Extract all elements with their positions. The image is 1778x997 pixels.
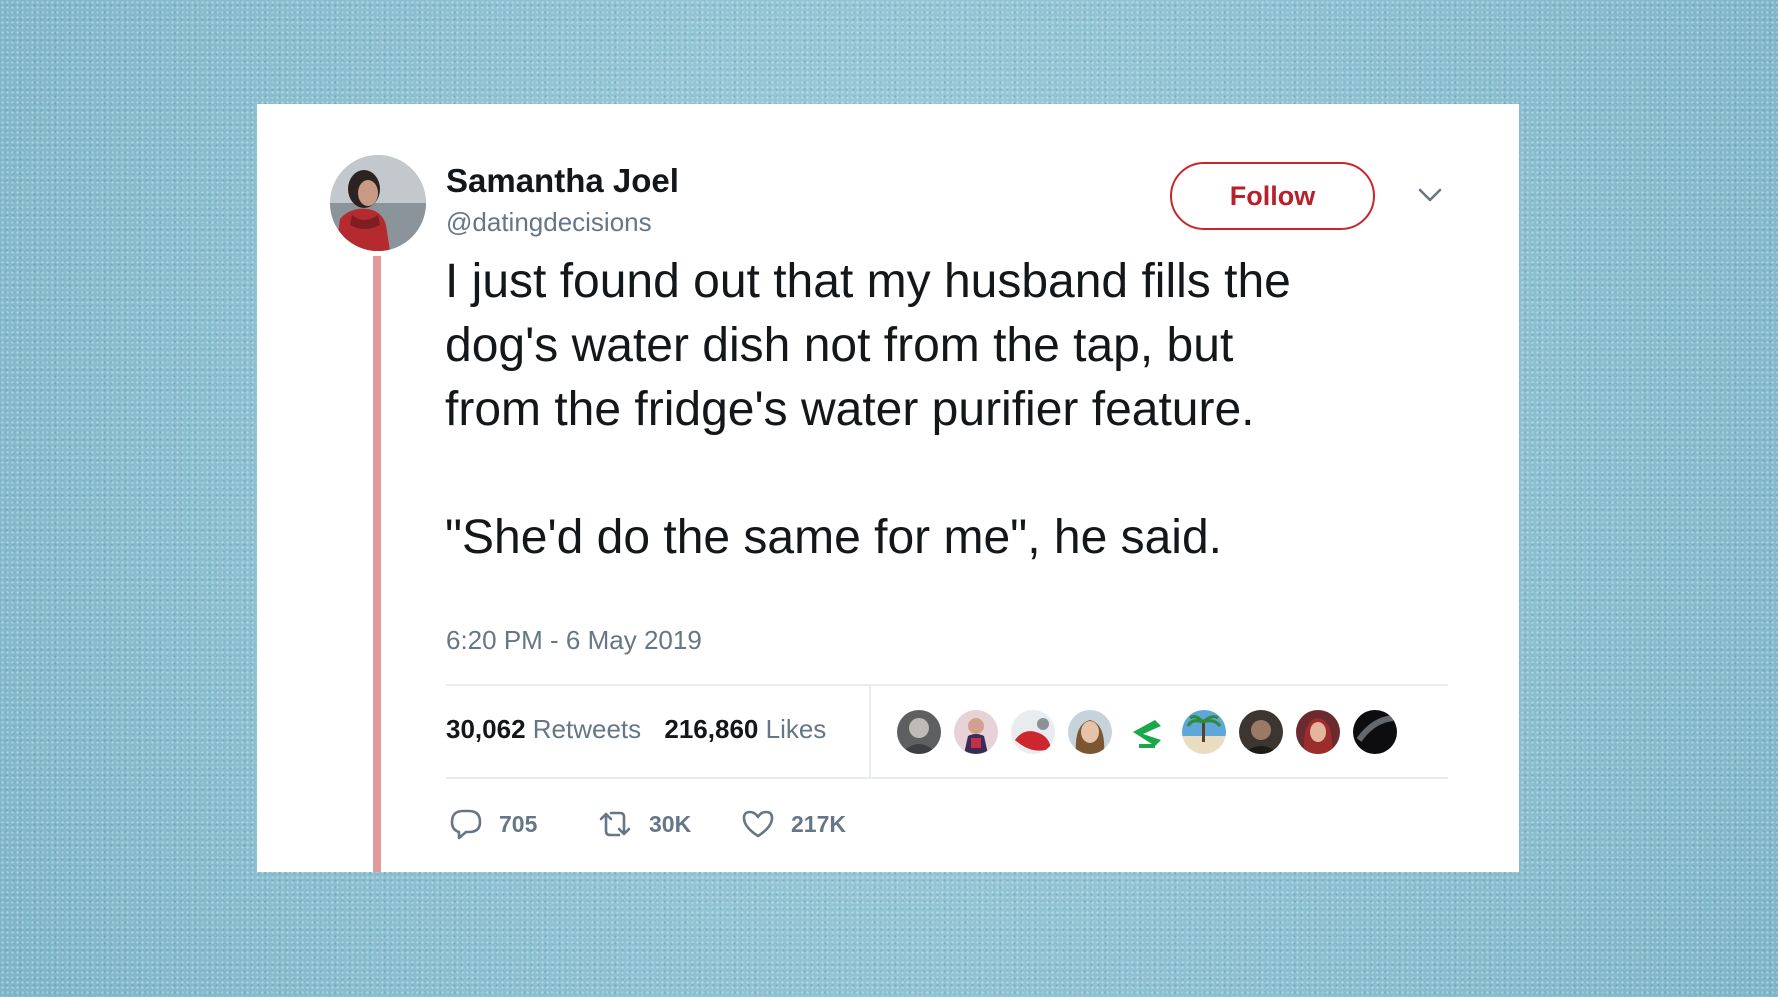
liker-avatar[interactable] (1009, 708, 1057, 756)
speech-bubble-icon (449, 807, 483, 841)
liker-avatar[interactable] (1351, 708, 1399, 756)
retweets-stat[interactable]: 30,062 Retweets (446, 714, 641, 744)
retweets-label: Retweets (532, 714, 642, 744)
like-count: 217K (791, 810, 846, 837)
follow-button[interactable]: Follow (1170, 162, 1375, 230)
stats-divider-top (446, 684, 1448, 686)
tweet-text-line: I just found out that my husband fills t… (445, 255, 1291, 308)
retweet-action[interactable]: 30K (597, 804, 691, 844)
liker-avatar[interactable] (1294, 708, 1342, 756)
reply-action[interactable]: 705 (449, 804, 537, 844)
author-avatar[interactable] (330, 155, 426, 251)
retweet-arrows-icon (597, 807, 633, 841)
author-handle[interactable]: @datingdecisions (446, 207, 652, 238)
liker-avatar[interactable] (1066, 708, 1114, 756)
retweets-count: 30,062 (446, 714, 526, 744)
liker-avatar[interactable] (952, 708, 1000, 756)
likes-label: Likes (765, 714, 827, 744)
like-action[interactable]: 217K (741, 804, 846, 844)
stats-divider-bottom (446, 777, 1448, 779)
tweet-text: I just found out that my husband fills t… (445, 250, 1455, 570)
likes-stat[interactable]: 216,860 Likes (664, 714, 826, 744)
liker-avatar[interactable] (1237, 708, 1285, 756)
retweet-count: 30K (649, 810, 692, 837)
reply-count: 705 (499, 810, 538, 837)
engagement-stats: 30,062 Retweets 216,860 Likes (446, 714, 842, 745)
tweet-text-line: dog's water dish not from the tap, but (445, 319, 1234, 372)
chevron-down-icon[interactable] (1417, 184, 1443, 206)
tweet-text-line: "She'd do the same for me", he said. (445, 511, 1222, 564)
liker-avatar[interactable] (895, 708, 943, 756)
tweet-text-line: from the fridge's water purifier feature… (445, 383, 1255, 436)
liker-avatar[interactable] (1180, 708, 1228, 756)
thread-line (373, 256, 381, 872)
liker-avatar[interactable] (1123, 708, 1171, 756)
tweet-timestamp[interactable]: 6:20 PM - 6 May 2019 (446, 625, 702, 656)
tweet-card: Samantha Joel @datingdecisions Follow I … (257, 104, 1519, 872)
likes-count: 216,860 (664, 714, 759, 744)
author-name[interactable]: Samantha Joel (446, 162, 679, 200)
heart-icon (741, 807, 775, 841)
stats-divider-vertical (869, 686, 871, 777)
